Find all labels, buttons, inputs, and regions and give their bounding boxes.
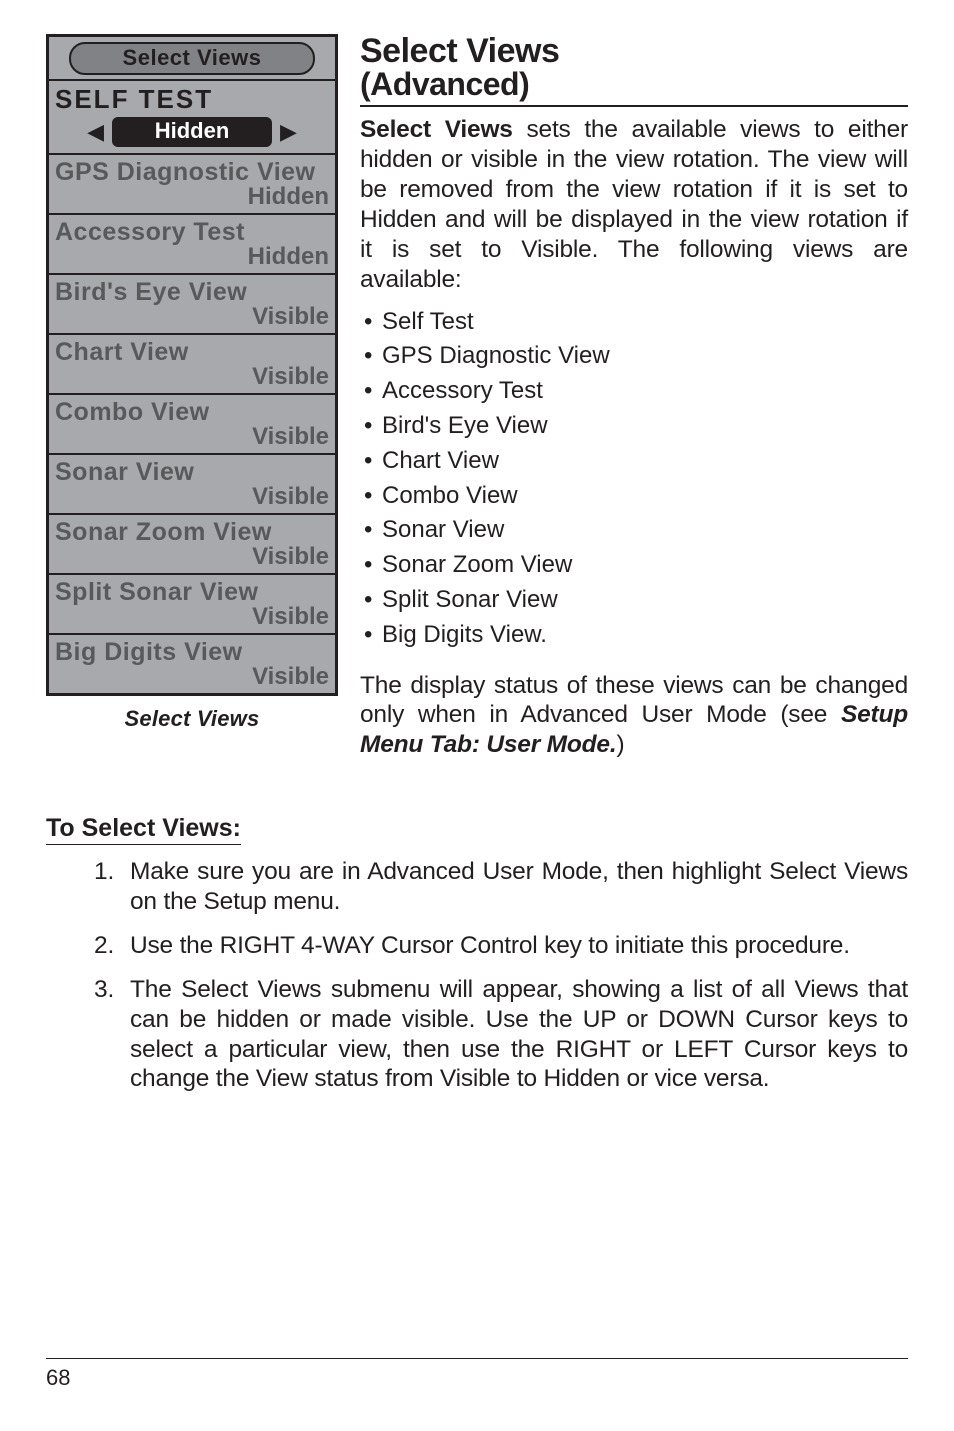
lcd-row[interactable]: GPS Diagnostic View Hidden (49, 153, 335, 213)
lcd-row[interactable]: Chart View Visible (49, 333, 335, 393)
lcd-row-value: Visible (55, 483, 329, 511)
lcd-row[interactable]: Sonar View Visible (49, 453, 335, 513)
procedure-heading: To Select Views: (46, 814, 241, 845)
lcd-selected-value[interactable]: Hidden (112, 117, 272, 147)
list-item: Self Test (360, 305, 908, 340)
intro-paragraph: Select Views sets the available views to… (360, 115, 908, 294)
arrow-left-icon[interactable]: ◀ (87, 121, 104, 143)
lcd-row[interactable]: Combo View Visible (49, 393, 335, 453)
list-item: Sonar View (360, 513, 908, 548)
note-post: ) (616, 731, 624, 758)
page-footer: 68 (46, 1358, 908, 1391)
intro-lead: Select Views (360, 116, 513, 143)
list-item: Sonar Zoom View (360, 548, 908, 583)
procedure-steps: Make sure you are in Advanced User Mode,… (46, 857, 908, 1094)
lcd-caption: Select Views (46, 706, 338, 732)
list-item: Accessory Test (360, 374, 908, 409)
heading-rule (360, 105, 908, 107)
text-column: Select Views (Advanced) Select Views set… (360, 34, 908, 760)
lcd-row-selected[interactable]: SELF TEST ◀ Hidden ▶ (49, 79, 335, 153)
arrow-right-icon[interactable]: ▶ (280, 121, 297, 143)
lcd-row-value: Visible (55, 303, 329, 331)
lcd-row[interactable]: Big Digits View Visible (49, 633, 335, 693)
list-item: Combo View (360, 479, 908, 514)
page-number: 68 (46, 1365, 70, 1390)
lcd-row[interactable]: Sonar Zoom View Visible (49, 513, 335, 573)
list-item: Bird's Eye View (360, 409, 908, 444)
heading-sub: (Advanced) (360, 68, 908, 102)
lcd-row[interactable]: Split Sonar View Visible (49, 573, 335, 633)
lcd-selected-label: SELF TEST (55, 84, 329, 115)
lcd-row-value: Visible (55, 603, 329, 631)
heading-main: Select Views (360, 32, 559, 70)
section-heading: Select Views (Advanced) (360, 34, 908, 101)
step-item: The Select Views submenu will appear, sh… (94, 975, 908, 1095)
lcd-panel: Select Views SELF TEST ◀ Hidden ▶ GPS Di… (46, 34, 338, 696)
lcd-row-value: Hidden (55, 243, 329, 271)
list-item: Split Sonar View (360, 583, 908, 618)
lcd-row[interactable]: Accessory Test Hidden (49, 213, 335, 273)
lcd-row-value: Hidden (55, 183, 329, 211)
list-item: GPS Diagnostic View (360, 339, 908, 374)
lcd-title: Select Views (69, 42, 315, 75)
views-list: Self Test GPS Diagnostic View Accessory … (360, 305, 908, 653)
lcd-row[interactable]: Bird's Eye View Visible (49, 273, 335, 333)
procedure-section: To Select Views: Make sure you are in Ad… (46, 814, 908, 1094)
list-item: Chart View (360, 444, 908, 479)
lcd-column: Select Views SELF TEST ◀ Hidden ▶ GPS Di… (46, 34, 338, 760)
lcd-row-value: Visible (55, 663, 329, 691)
note-paragraph: The display status of these views can be… (360, 671, 908, 761)
list-item: Big Digits View. (360, 618, 908, 653)
lcd-row-value: Visible (55, 423, 329, 451)
lcd-row-value: Visible (55, 543, 329, 571)
note-pre: The display status of these views can be… (360, 672, 908, 729)
step-item: Use the RIGHT 4-WAY Cursor Control key t… (94, 931, 908, 961)
step-item: Make sure you are in Advanced User Mode,… (94, 857, 908, 917)
lcd-row-value: Visible (55, 363, 329, 391)
